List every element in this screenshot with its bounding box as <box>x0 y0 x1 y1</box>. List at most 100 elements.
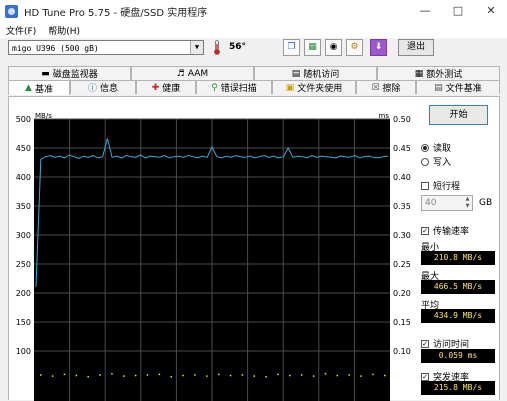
max-value: 466.5 MB/s <box>421 280 495 294</box>
left-tick-label: 400 <box>16 173 31 182</box>
right-tick-label: 0.25 <box>393 260 411 269</box>
app-icon <box>5 4 18 18</box>
access-time-point <box>312 375 315 377</box>
access-time-value: 0.059 ms <box>421 349 495 363</box>
access-time-point <box>111 373 113 375</box>
write-radio-dot[interactable] <box>421 157 429 166</box>
access-time-point <box>75 374 78 377</box>
left-tick-label: 450 <box>16 144 31 153</box>
thermometer-icon <box>214 40 220 55</box>
tab-row-bottom: ▲ 基准 ⓘ 信息 ✚ 健康 ⚲ 错误扫描 ▣ 文件夹使用 ☒ 擦除 ▤ 文件基准 <box>8 80 500 95</box>
menu-bar: 文件(F) 帮助(H) <box>0 22 507 38</box>
folder-icon: ▣ <box>285 82 295 93</box>
right-tick-label: 0.35 <box>393 202 411 211</box>
read-radio-dot[interactable] <box>421 143 429 152</box>
access-time-point <box>51 375 54 377</box>
left-tick-label: 100 <box>16 347 31 356</box>
erase-icon: ☒ <box>371 82 380 93</box>
read-radio[interactable]: 读取 <box>421 141 451 154</box>
tab-health[interactable]: ✚ 健康 <box>136 80 196 94</box>
right-tick-label: 0.20 <box>393 289 411 298</box>
access-time-point <box>182 374 184 377</box>
left-unit-label: MB/s <box>35 112 52 120</box>
access-time-point <box>217 373 220 376</box>
close-icon[interactable]: ✕ <box>476 0 506 22</box>
right-tick-label: 0.45 <box>393 144 411 153</box>
transfer-rate-check[interactable]: ✓ <box>421 226 429 235</box>
menu-help[interactable]: 帮助(H) <box>42 24 86 37</box>
tab-erase[interactable]: ☒ 擦除 <box>356 80 416 94</box>
left-tick-label: 200 <box>16 289 31 298</box>
short-stroke-checkbox[interactable]: 短行程 <box>421 179 460 192</box>
tab-random-access[interactable]: ▤ 随机访问 <box>254 66 377 80</box>
start-button[interactable]: 开始 <box>429 105 488 125</box>
side-panel: 开始 读取 写入 短行程 40 ▲ ▼ GB ✓ 传输速率 最小 210.8 MB… <box>419 97 503 401</box>
access-time-point <box>123 375 125 377</box>
drive-select[interactable]: migo U396 (500 gB) ▼ <box>8 40 204 55</box>
right-tick-label: 0.30 <box>393 231 411 240</box>
transfer-rate-checkbox[interactable]: ✓ 传输速率 <box>421 224 469 237</box>
left-tick-label: 150 <box>16 318 31 327</box>
access-time-point <box>300 374 303 376</box>
access-time-point <box>40 374 42 376</box>
access-time-point <box>324 373 327 375</box>
access-time-point <box>289 374 291 377</box>
tab-aam[interactable]: ♬ AAM <box>131 66 254 80</box>
monitor-icon: ▬ <box>41 68 50 79</box>
access-time-point <box>348 374 350 376</box>
benchmark-icon: ▲ <box>25 83 32 93</box>
tab-file-benchmark[interactable]: ▤ 文件基准 <box>416 80 500 94</box>
copy-info-icon[interactable]: ❐ <box>283 39 300 56</box>
copy-text-icon[interactable]: ▦ <box>304 39 321 56</box>
right-unit-label: ms <box>379 112 390 120</box>
access-time-point <box>158 373 161 376</box>
access-time-point <box>146 374 149 376</box>
error-scan-icon: ⚲ <box>211 82 218 93</box>
access-time-check[interactable]: ✓ <box>421 339 429 348</box>
min-value: 210.8 MB/s <box>421 251 495 265</box>
access-time-point <box>99 374 101 376</box>
left-tick-label: 300 <box>16 231 31 240</box>
spinner-arrows-icon[interactable]: ▲ ▼ <box>463 196 472 210</box>
tab-info[interactable]: ⓘ 信息 <box>70 80 136 94</box>
access-time-point <box>194 374 196 376</box>
speaker-icon: ♬ <box>176 68 185 79</box>
tab-benchmark[interactable]: ▲ 基准 <box>8 80 70 95</box>
options-icon[interactable]: ⚙ <box>346 39 363 56</box>
short-stroke-spinner[interactable]: 40 ▲ ▼ <box>421 195 473 211</box>
access-time-point <box>336 374 339 377</box>
left-tick-label: 250 <box>16 260 31 269</box>
access-time-point <box>265 375 267 378</box>
tab-row-top: ▬ 磁盘监视器 ♬ AAM ▤ 随机访问 ▦ 额外测试 <box>8 66 500 80</box>
tab-error-scan[interactable]: ⚲ 错误扫描 <box>196 80 272 94</box>
short-stroke-unit: GB <box>479 198 493 208</box>
camera-icon[interactable]: ◉ <box>325 39 342 56</box>
minimize-icon[interactable]: — <box>410 0 440 22</box>
tab-extra-tests[interactable]: ▦ 额外测试 <box>377 66 500 80</box>
benchmark-panel: 500 450 400 350 300 250 200 150 100 0.50 0.45 0.40… <box>8 96 503 401</box>
random-access-icon: ▤ <box>291 68 301 79</box>
chevron-down-icon[interactable]: ▼ <box>190 41 203 54</box>
access-time-point <box>360 375 362 377</box>
save-down-icon[interactable]: ⬇ <box>370 39 387 56</box>
access-time-point <box>170 375 172 378</box>
access-time-point <box>277 373 279 376</box>
tab-disk-monitor[interactable]: ▬ 磁盘监视器 <box>8 66 131 80</box>
right-tick-label: 0.15 <box>393 318 411 327</box>
toolbar: migo U396 (500 gB) ▼ 56° ❐ ▦ ◉ ⚙ ⬇ 退出 <box>0 38 507 60</box>
menu-file[interactable]: 文件(F) <box>0 24 42 37</box>
right-tick-label: 0.40 <box>393 173 411 182</box>
left-tick-label: 500 <box>16 115 31 124</box>
temperature-readout: 56° <box>229 42 247 52</box>
title-bar: HD Tune Pro 5.75 - 硬盘/SSD 实用程序 — □ ✕ <box>0 0 507 22</box>
tab-folder-usage[interactable]: ▣ 文件夹使用 <box>272 80 356 94</box>
window-title: HD Tune Pro 5.75 - 硬盘/SSD 实用程序 <box>24 7 208 19</box>
access-time-point <box>206 375 208 377</box>
maximize-icon[interactable]: □ <box>443 0 473 22</box>
access-time-point <box>63 373 66 376</box>
burst-rate-check[interactable]: ✓ <box>421 372 429 381</box>
short-stroke-check[interactable] <box>421 181 429 190</box>
exit-button[interactable]: 退出 <box>398 39 434 56</box>
health-icon: ✚ <box>151 82 160 93</box>
write-radio[interactable]: 写入 <box>421 155 451 168</box>
